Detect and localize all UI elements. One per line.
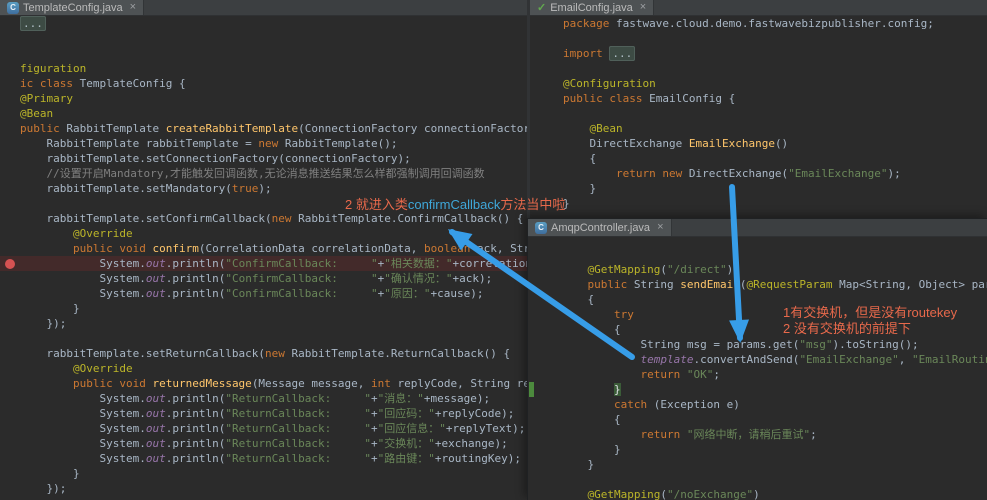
code-line — [561, 247, 987, 262]
tab-label: EmailConfig.java — [550, 2, 633, 14]
tab-amqpcontroller[interactable]: C AmqpController.java × — [528, 219, 672, 236]
code-line: rabbitTemplate.setMandatory(true); — [20, 181, 530, 196]
close-icon[interactable]: × — [130, 2, 136, 13]
amqp-controller-editor[interactable]: @GetMapping("/direct") public String sen… — [528, 237, 987, 500]
code-line: return "OK"; — [561, 367, 987, 382]
tab-templateconfig[interactable]: C TemplateConfig.java × — [0, 0, 144, 15]
code-line: rabbitTemplate.setConfirmCallback(new Ra… — [20, 211, 530, 226]
code-line: System.out.println("ConfirmCallback: "+"… — [20, 271, 530, 286]
code-line — [20, 31, 530, 46]
code-line: public void returnedMessage(Message mess… — [20, 376, 530, 391]
code-line: @GetMapping("/direct") — [561, 262, 987, 277]
code-line: ic class TemplateConfig { — [20, 76, 530, 91]
code-line: } — [561, 457, 987, 472]
template-config-editor[interactable]: ... figurationic class TemplateConfig {@… — [0, 16, 530, 500]
code-line: template.convertAndSend("EmailExchange",… — [561, 352, 987, 367]
code-line: public class EmailConfig { — [563, 91, 987, 106]
tab-label: TemplateConfig.java — [23, 2, 123, 14]
code-line — [20, 331, 530, 346]
code-line: //设置开启Mandatory,才能触发回调函数,无论消息推送结果怎么样都强制调… — [20, 166, 530, 181]
code-line: System.out.println("ConfirmCallback: "+"… — [0, 256, 530, 271]
breakpoint-dot[interactable] — [5, 259, 15, 269]
code-line: @GetMapping("/noExchange") — [561, 487, 987, 500]
code-line: String msg = params.get("msg").toString(… — [561, 337, 987, 352]
code-line: }); — [20, 316, 530, 331]
float-tab-bar: C AmqpController.java × — [528, 219, 987, 237]
tab-label: AmqpController.java — [551, 222, 650, 234]
code-line: System.out.println("ReturnCallback: "+"交… — [20, 436, 530, 451]
code-line: System.out.println("ReturnCallback: "+"路… — [20, 451, 530, 466]
code-line: ... — [20, 16, 530, 31]
vcs-change-marker — [529, 382, 534, 397]
code-line: @Bean — [563, 121, 987, 136]
code-line: @Override — [20, 226, 530, 241]
code-line: public RabbitTemplate createRabbitTempla… — [20, 121, 530, 136]
ide-window: C TemplateConfig.java × ... figurationic… — [0, 0, 987, 500]
code-line: { — [561, 412, 987, 427]
code-line: } — [563, 196, 987, 211]
class-file-icon: C — [535, 222, 547, 234]
code-line: @Bean — [20, 106, 530, 121]
code-line: } — [20, 466, 530, 481]
code-line: { — [561, 292, 987, 307]
code-line: System.out.println("ConfirmCallback: "+"… — [20, 286, 530, 301]
code-line — [563, 106, 987, 121]
close-icon[interactable]: × — [640, 2, 646, 13]
left-editor-pane: C TemplateConfig.java × ... figurationic… — [0, 0, 530, 500]
code-line: package fastwave.cloud.demo.fastwavebizp… — [563, 16, 987, 31]
code-line: public void confirm(CorrelationData corr… — [20, 241, 530, 256]
code-line: DirectExchange EmailExchange() — [563, 136, 987, 151]
right-tab-bar: ✓ EmailConfig.java × — [530, 0, 987, 16]
code-line: @Primary — [20, 91, 530, 106]
code-line — [563, 31, 987, 46]
code-line: RabbitTemplate rabbitTemplate = new Rabb… — [20, 136, 530, 151]
code-line: catch (Exception e) — [561, 397, 987, 412]
code-line: return new DirectExchange("EmailExchange… — [563, 166, 987, 181]
check-icon: ✓ — [537, 1, 546, 14]
code-line: System.out.println("ReturnCallback: "+"消… — [20, 391, 530, 406]
code-line: @Configuration — [563, 76, 987, 91]
code-line — [563, 61, 987, 76]
code-line: System.out.println("ReturnCallback: "+"回… — [20, 421, 530, 436]
code-line: } — [561, 442, 987, 457]
amqp-controller-panel: C AmqpController.java × @GetMapping("/di… — [527, 218, 987, 500]
tab-emailconfig[interactable]: ✓ EmailConfig.java × — [530, 0, 654, 15]
code-line: public String sendEmail(@RequestParam Ma… — [561, 277, 987, 292]
code-line: rabbitTemplate.setReturnCallback(new Rab… — [20, 346, 530, 361]
code-line: { — [561, 322, 987, 337]
code-line — [561, 472, 987, 487]
code-line: } — [561, 382, 987, 397]
code-line — [20, 196, 530, 211]
code-line: rabbitTemplate.setConnectionFactory(conn… — [20, 151, 530, 166]
code-line: return "网络中断，请稍后重试"; — [561, 427, 987, 442]
code-line: System.out.println("ReturnCallback: "+"回… — [20, 406, 530, 421]
code-line: @Override — [20, 361, 530, 376]
code-line: figuration — [20, 61, 530, 76]
code-line: } — [563, 181, 987, 196]
code-line: }); — [20, 481, 530, 496]
code-line — [20, 46, 530, 61]
left-tab-bar: C TemplateConfig.java × — [0, 0, 530, 16]
code-line: } — [20, 301, 530, 316]
close-icon[interactable]: × — [657, 222, 663, 233]
code-line: import ... — [563, 46, 987, 61]
class-file-icon: C — [7, 2, 19, 14]
code-line: { — [563, 151, 987, 166]
code-line: try — [561, 307, 987, 322]
